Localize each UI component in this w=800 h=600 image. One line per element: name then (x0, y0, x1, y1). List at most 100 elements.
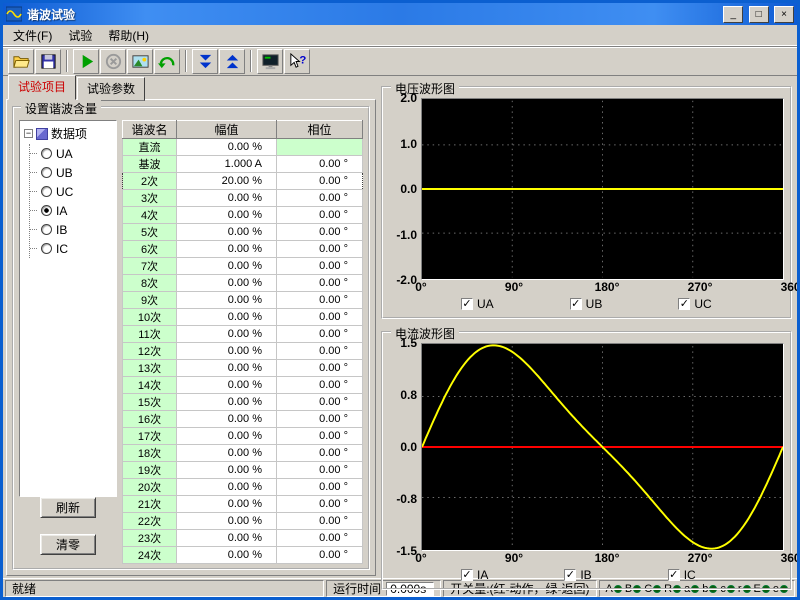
table-cell[interactable]: 24次 (123, 547, 177, 564)
table-row[interactable]: 11次0.00 %0.00 ° (123, 326, 363, 343)
table-cell[interactable]: 0.00 % (177, 428, 277, 445)
help-button[interactable]: ? (284, 49, 310, 74)
table-row[interactable]: 20次0.00 %0.00 ° (123, 479, 363, 496)
tree-item-ub[interactable]: UB (30, 163, 114, 182)
table-cell[interactable]: 10次 (123, 309, 177, 326)
clear-button[interactable]: 清零 (40, 534, 96, 555)
table-cell[interactable]: 0.00 % (177, 530, 277, 547)
run-button[interactable] (73, 49, 99, 74)
table-cell[interactable]: 0.00 % (177, 479, 277, 496)
open-button[interactable] (8, 49, 34, 74)
table-cell[interactable]: 0.00 % (177, 394, 277, 411)
table-cell[interactable]: 0.00 ° (277, 258, 363, 275)
table-cell[interactable]: 0.00 % (177, 462, 277, 479)
table-cell[interactable]: 0.00 ° (277, 445, 363, 462)
table-cell[interactable]: 0.00 % (177, 207, 277, 224)
close-button[interactable]: × (774, 6, 794, 23)
tree-item-ic[interactable]: IC (30, 239, 114, 258)
table-cell[interactable]: 0.00 ° (277, 428, 363, 445)
table-cell[interactable]: 0.00 % (177, 343, 277, 360)
table-cell[interactable]: 0.00 ° (277, 275, 363, 292)
table-cell[interactable]: 9次 (123, 292, 177, 309)
move-up-button[interactable] (219, 49, 245, 74)
table-cell[interactable]: 0.00 ° (277, 479, 363, 496)
tree-item-ib[interactable]: IB (30, 220, 114, 239)
table-cell[interactable]: 21次 (123, 496, 177, 513)
table-row[interactable]: 16次0.00 %0.00 ° (123, 411, 363, 428)
table-cell[interactable]: 0.00 ° (277, 513, 363, 530)
table-cell[interactable]: 13次 (123, 360, 177, 377)
table-cell[interactable]: 20次 (123, 479, 177, 496)
table-cell[interactable]: 17次 (123, 428, 177, 445)
table-cell[interactable]: 16次 (123, 411, 177, 428)
menu-item-help[interactable]: 帮助(H) (100, 24, 157, 47)
table-cell[interactable]: 7次 (123, 258, 177, 275)
table-cell[interactable]: 0.00 ° (277, 547, 363, 564)
series-checkbox-ib[interactable]: ✓IB (564, 568, 591, 582)
table-row[interactable]: 22次0.00 %0.00 ° (123, 513, 363, 530)
series-checkbox-uc[interactable]: ✓UC (678, 297, 711, 311)
table-cell[interactable]: 11次 (123, 326, 177, 343)
table-cell[interactable]: 0.00 % (177, 224, 277, 241)
table-cell[interactable]: 基波 (123, 156, 177, 173)
table-cell[interactable]: 0.00 % (177, 513, 277, 530)
table-cell[interactable]: 20.00 % (177, 173, 277, 190)
table-row[interactable]: 基波1.000 A0.00 ° (123, 156, 363, 173)
table-cell[interactable]: 14次 (123, 377, 177, 394)
table-cell[interactable]: 0.00 ° (277, 224, 363, 241)
series-checkbox-ic[interactable]: ✓IC (668, 568, 696, 582)
tab-test-params[interactable]: 试验参数 (77, 77, 145, 101)
tab-test-items[interactable]: 试验项目 (8, 75, 76, 100)
table-cell[interactable]: 0.00 ° (277, 530, 363, 547)
table-cell[interactable]: 0.00 % (177, 360, 277, 377)
table-cell[interactable]: 0.00 ° (277, 343, 363, 360)
table-cell[interactable]: 0.00 % (177, 309, 277, 326)
table-row[interactable]: 21次0.00 %0.00 ° (123, 496, 363, 513)
table-cell[interactable]: 4次 (123, 207, 177, 224)
minimize-button[interactable]: _ (723, 6, 743, 23)
table-row[interactable]: 3次0.00 %0.00 ° (123, 190, 363, 207)
collapse-icon[interactable]: − (24, 129, 33, 138)
table-row[interactable]: 6次0.00 %0.00 ° (123, 241, 363, 258)
menu-item-test[interactable]: 试验 (60, 24, 100, 47)
table-cell[interactable]: 0.00 % (177, 377, 277, 394)
table-row[interactable]: 13次0.00 %0.00 ° (123, 360, 363, 377)
table-row[interactable]: 19次0.00 %0.00 ° (123, 462, 363, 479)
table-row[interactable]: 4次0.00 %0.00 ° (123, 207, 363, 224)
stop-button[interactable] (100, 49, 126, 74)
table-cell[interactable]: 18次 (123, 445, 177, 462)
table-cell[interactable]: 0.00 % (177, 139, 277, 156)
table-cell[interactable]: 0.00 % (177, 411, 277, 428)
undo-button[interactable] (154, 49, 180, 74)
series-checkbox-ia[interactable]: ✓IA (461, 568, 488, 582)
table-cell[interactable]: 8次 (123, 275, 177, 292)
table-cell[interactable]: 0.00 % (177, 445, 277, 462)
table-cell[interactable]: 0.00 ° (277, 462, 363, 479)
table-row[interactable]: 15次0.00 %0.00 ° (123, 394, 363, 411)
table-row[interactable]: 7次0.00 %0.00 ° (123, 258, 363, 275)
tree-item-uc[interactable]: UC (30, 182, 114, 201)
monitor-button[interactable] (257, 49, 283, 74)
table-cell[interactable]: 22次 (123, 513, 177, 530)
table-cell[interactable]: 3次 (123, 190, 177, 207)
table-cell[interactable]: 0.00 % (177, 547, 277, 564)
table-row[interactable]: 17次0.00 %0.00 ° (123, 428, 363, 445)
table-row[interactable]: 12次0.00 %0.00 ° (123, 343, 363, 360)
series-checkbox-ub[interactable]: ✓UB (570, 297, 603, 311)
column-header[interactable]: 相位 (277, 121, 363, 139)
table-cell[interactable]: 0.00 ° (277, 292, 363, 309)
save-button[interactable] (35, 49, 61, 74)
table-row[interactable]: 18次0.00 %0.00 ° (123, 445, 363, 462)
table-cell[interactable]: 0.00 ° (277, 411, 363, 428)
table-row[interactable]: 14次0.00 %0.00 ° (123, 377, 363, 394)
table-row[interactable]: 5次0.00 %0.00 ° (123, 224, 363, 241)
table-cell[interactable]: 2次 (123, 173, 177, 190)
table-cell[interactable]: 0.00 ° (277, 156, 363, 173)
table-cell[interactable]: 5次 (123, 224, 177, 241)
table-row[interactable]: 8次0.00 %0.00 ° (123, 275, 363, 292)
maximize-button[interactable]: □ (749, 6, 769, 23)
table-row[interactable]: 23次0.00 %0.00 ° (123, 530, 363, 547)
table-row[interactable]: 2次20.00 %0.00 ° (123, 173, 363, 190)
table-cell[interactable]: 0.00 ° (277, 326, 363, 343)
table-cell[interactable]: 0.00 ° (277, 190, 363, 207)
